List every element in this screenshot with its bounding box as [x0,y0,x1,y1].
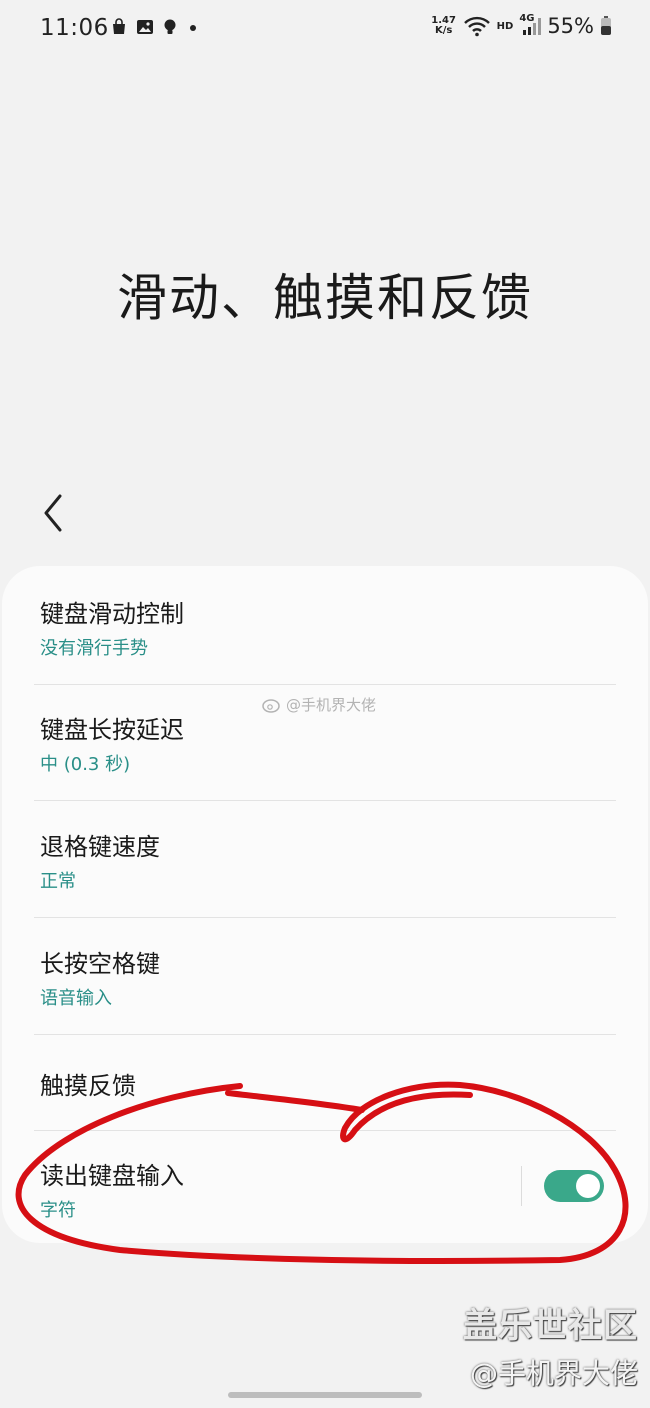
weibo-watermark: @手机界大佬 [262,694,376,715]
signal-group: 4G [519,13,542,37]
back-button[interactable] [36,490,72,536]
lightbulb-icon [164,19,176,34]
shopping-bag-icon [113,18,125,34]
home-indicator[interactable] [228,1392,422,1398]
page-title: 滑动、触摸和反馈 [117,269,533,327]
speed-unit: K/s [434,25,453,36]
divider [34,1034,616,1035]
cell-signal-icon [523,18,542,35]
divider [34,1130,616,1131]
handle-watermark: @手机界大佬 [469,1357,638,1390]
weibo-watermark-text: @手机界大佬 [286,696,377,714]
setting-keyboard-swipe-control[interactable]: 键盘滑动控制 没有滑行手势 [34,584,616,684]
setting-value: 正常 [40,871,76,892]
setting-touch-feedback[interactable]: 触摸反馈 [34,1050,616,1130]
setting-label: 长按空格键 [40,950,160,978]
divider [34,917,616,918]
image-icon [137,20,153,34]
wifi-icon [463,16,490,37]
setting-label: 读出键盘输入 [40,1162,184,1190]
read-keyboard-input-toggle[interactable] [544,1170,604,1202]
status-time: 11:06 [40,15,109,41]
setting-value: 字符 [40,1200,76,1221]
hd-badge: HD [496,20,514,32]
setting-value: 没有滑行手势 [40,638,148,659]
battery-icon [601,16,611,35]
brand-watermark: 盖乐世社区 [463,1306,638,1346]
setting-label: 键盘滑动控制 [40,600,184,628]
status-bar: 11:06 1.47 K/s HD 4G 55% [0,0,650,58]
chevron-left-icon [44,494,62,532]
setting-label: 触摸反馈 [40,1072,136,1100]
setting-backspace-speed[interactable]: 退格键速度 正常 [34,817,616,917]
setting-keyboard-long-press-delay[interactable]: 键盘长按延迟 中 (0.3 秒) [34,700,616,800]
weibo-icon [262,698,280,713]
toggle-knob [576,1174,600,1198]
setting-value: 中 (0.3 秒) [40,754,131,775]
setting-value: 语音输入 [40,988,112,1009]
settings-screen: 11:06 1.47 K/s HD 4G 55% 滑动、触摸和反馈 键盘滑动控制… [0,0,650,1408]
network-speed: 1.47 K/s [431,16,457,36]
setting-read-keyboard-input[interactable]: 读出键盘输入 字符 [34,1146,510,1236]
toggle-separator [521,1166,522,1206]
setting-label: 退格键速度 [40,833,160,861]
setting-long-press-space[interactable]: 长按空格键 语音输入 [34,934,616,1034]
notification-icons [110,18,200,36]
more-notifications-dot-icon [190,25,196,31]
status-right: 1.47 K/s HD 4G 55% [431,13,612,38]
divider [34,800,616,801]
battery-percent: 55% [547,14,594,38]
divider [34,684,616,685]
setting-label: 键盘长按延迟 [40,716,184,744]
